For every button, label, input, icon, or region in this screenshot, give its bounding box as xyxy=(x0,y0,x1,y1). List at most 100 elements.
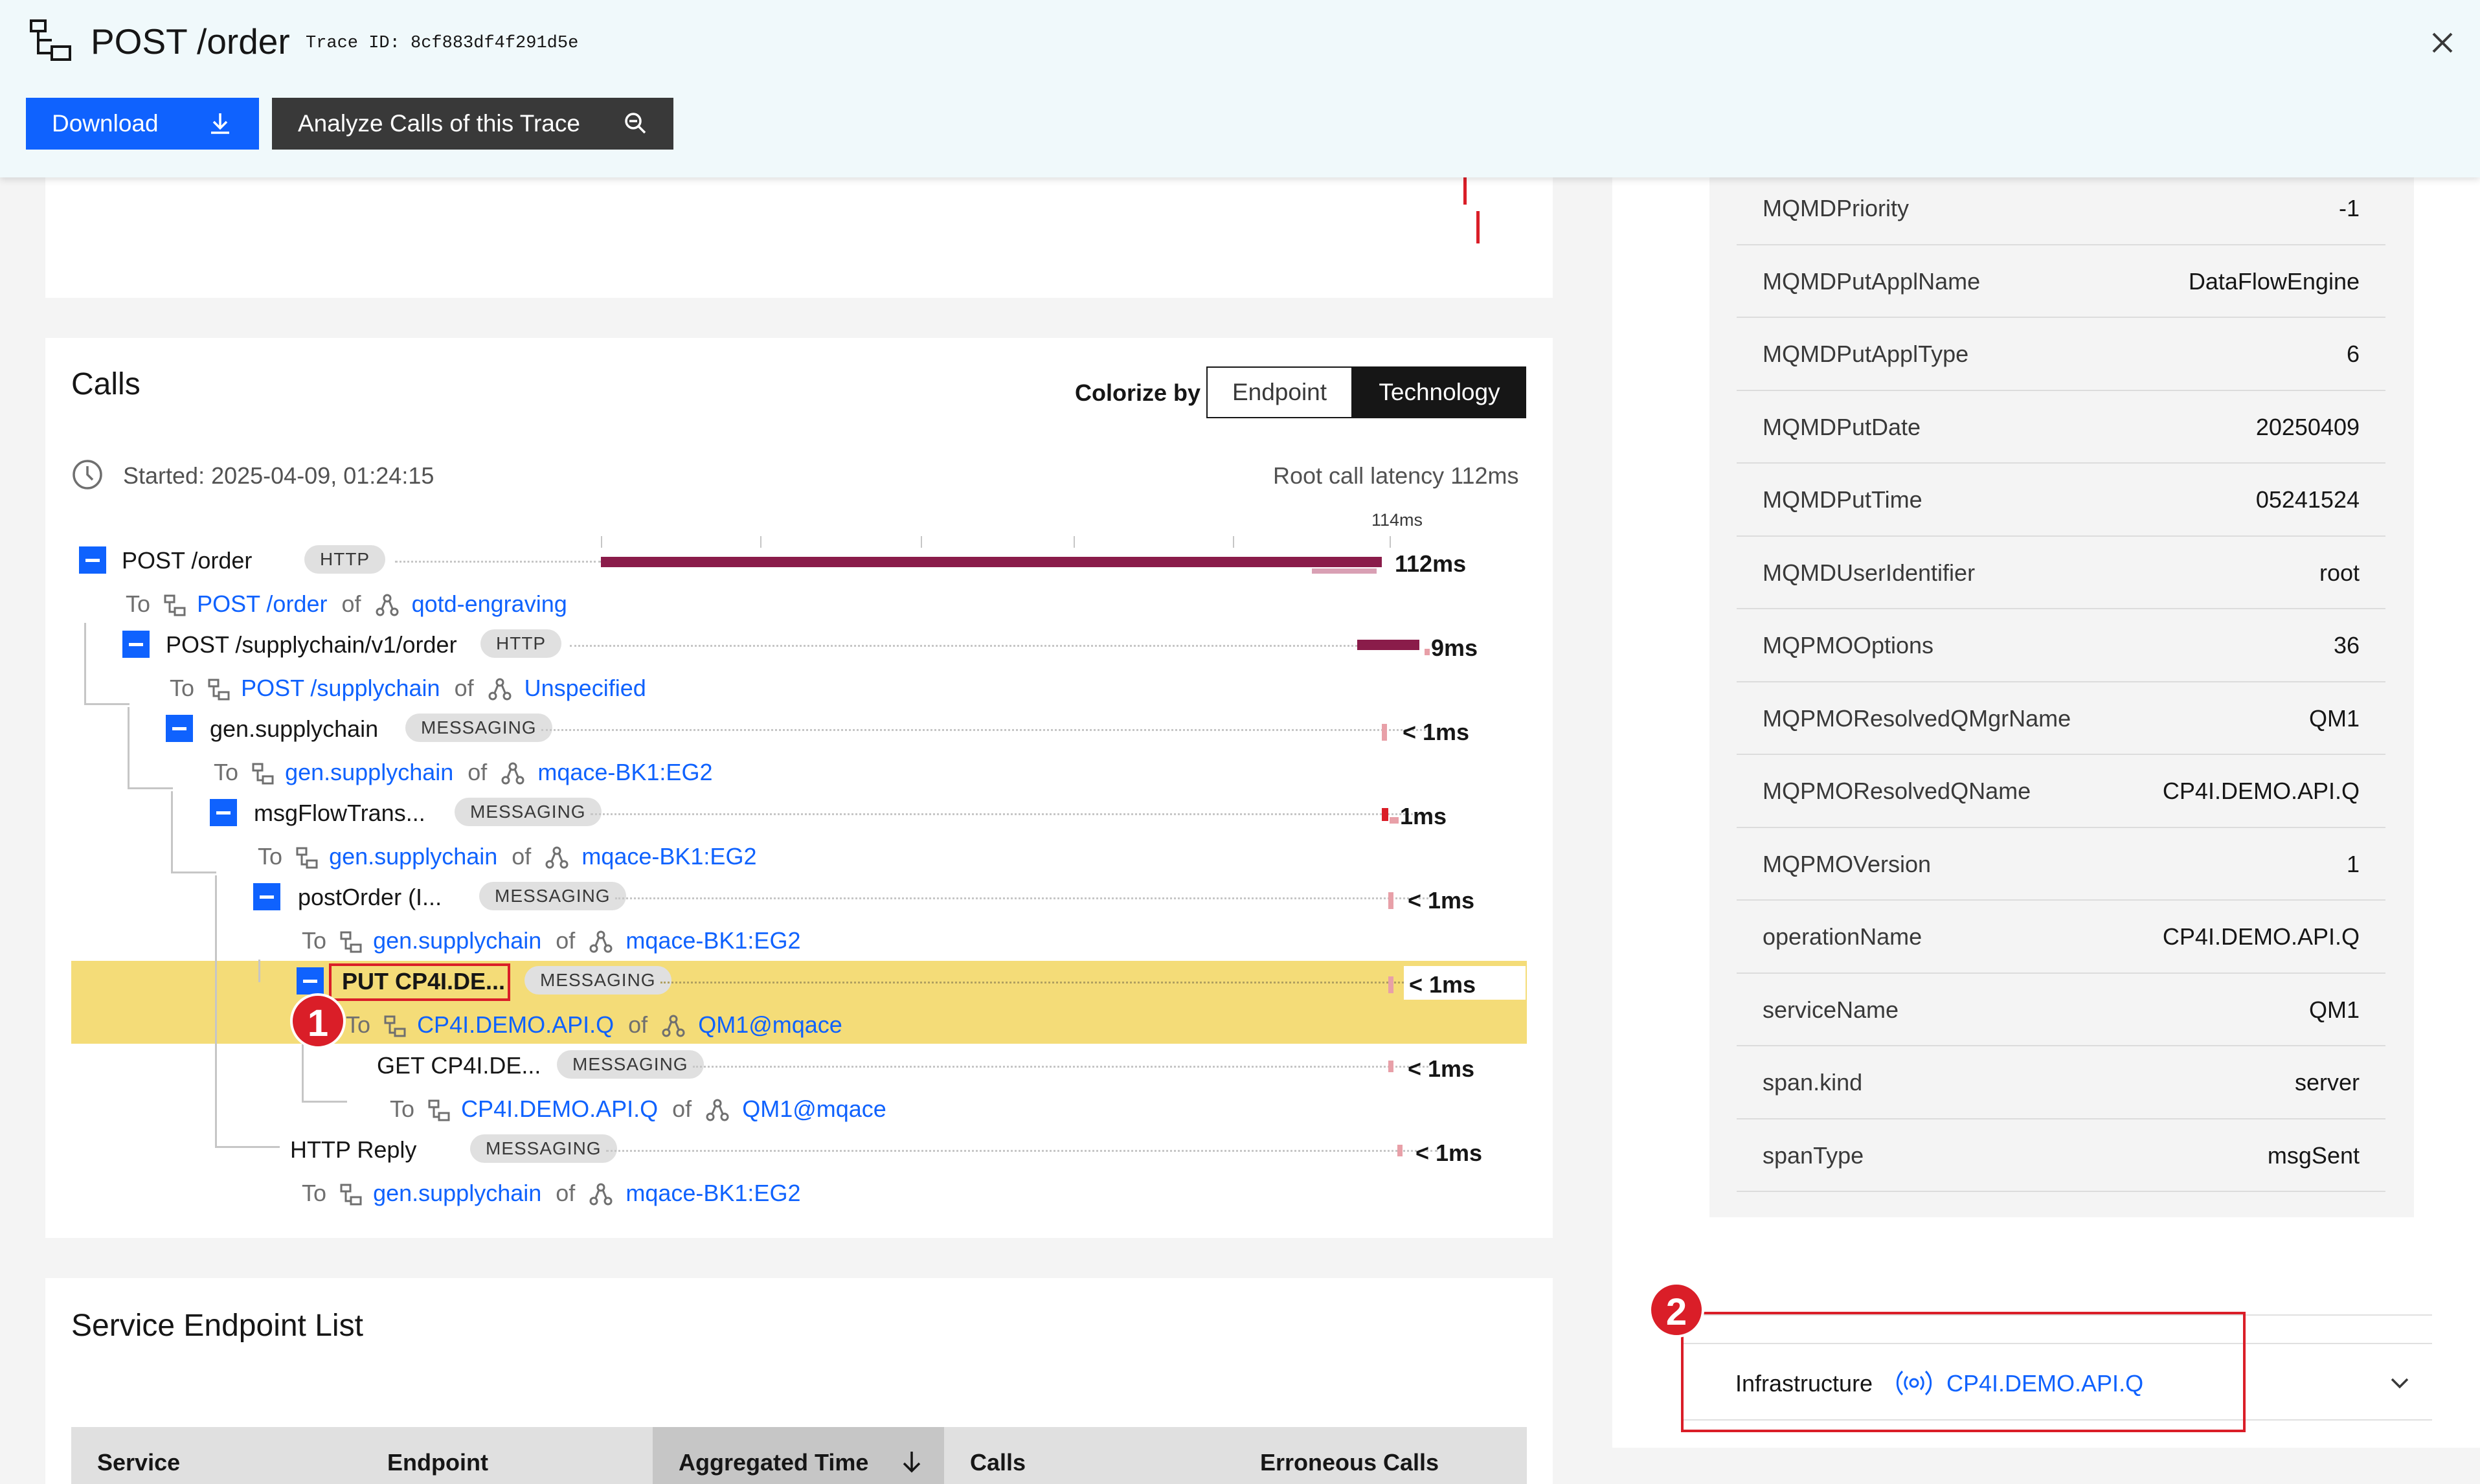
latency-bar-postorder xyxy=(1388,892,1393,909)
endpoint-link[interactable]: gen.supplychain xyxy=(373,927,541,954)
collapse-toggle-postorder[interactable] xyxy=(253,883,280,910)
tech-tag: MESSAGING xyxy=(470,1134,617,1163)
collapse-toggle-put[interactable] xyxy=(297,967,324,995)
call-name[interactable]: PUT CP4I.DE... xyxy=(342,968,505,995)
call-name[interactable]: msgFlowTrans... xyxy=(254,800,425,827)
analyze-calls-button[interactable]: Analyze Calls of this Trace xyxy=(272,98,673,150)
service-icon xyxy=(501,762,524,785)
latency-bar-put xyxy=(1388,976,1393,993)
waterfall-card xyxy=(45,177,1553,298)
endpoint-icon xyxy=(296,847,318,869)
tag-row: MQMDPutApplType 6 xyxy=(1737,318,2385,391)
sort-arrow-down-icon xyxy=(903,1452,921,1473)
trace-icon xyxy=(30,19,71,61)
page-title: POST /order xyxy=(91,21,290,62)
calls-title: Calls xyxy=(71,367,141,401)
call-name[interactable]: POST /supplychain/v1/order xyxy=(166,631,457,658)
call-name[interactable]: gen.supplychain xyxy=(210,715,378,743)
tag-value: QM1 xyxy=(2308,704,2360,732)
col-service[interactable]: Service xyxy=(97,1449,180,1476)
latency-bar-post-order-self xyxy=(1312,568,1377,574)
collapse-toggle-gen-supplychain[interactable] xyxy=(166,715,193,742)
endpoint-link[interactable]: gen.supplychain xyxy=(285,759,453,785)
col-endpoint[interactable]: Endpoint xyxy=(387,1449,488,1476)
call-target-line: To gen.supplychain of mqace-BK1:EG2 xyxy=(214,759,713,785)
trace-id: Trace ID: 8cf883df4f291d5e xyxy=(306,34,579,53)
latency-bar-msgflow xyxy=(1382,808,1388,821)
endpoint-link[interactable]: CP4I.DEMO.API.Q xyxy=(461,1096,658,1122)
tag-key: spanType xyxy=(1763,1141,1864,1169)
annotation-badge-2: 2 xyxy=(1649,1282,1704,1338)
service-icon xyxy=(706,1099,729,1121)
call-name[interactable]: POST /order xyxy=(122,547,252,574)
tag-value: 36 xyxy=(2333,632,2360,658)
tag-value: CP4I.DEMO.API.Q xyxy=(2162,923,2360,950)
tag-value: 6 xyxy=(2346,341,2360,367)
endpoint-link[interactable]: gen.supplychain xyxy=(373,1180,541,1206)
chevron-down-icon[interactable] xyxy=(2388,1371,2411,1395)
analyze-calls-label: Analyze Calls of this Trace xyxy=(298,110,580,137)
service-link[interactable]: mqace-BK1:EG2 xyxy=(581,843,756,870)
tag-key: span.kind xyxy=(1763,1069,1863,1096)
tag-key: MQMDPutTime xyxy=(1763,486,1922,513)
endpoint-link[interactable]: POST /order xyxy=(197,590,327,617)
tag-value: 20250409 xyxy=(2255,413,2360,440)
call-latency: < 1ms xyxy=(1415,1140,1483,1166)
col-erroneous-calls[interactable]: Erroneous Calls xyxy=(1260,1449,1439,1476)
collapse-toggle-post-order[interactable] xyxy=(79,546,106,574)
service-link[interactable]: QM1@mqace xyxy=(698,1011,842,1038)
tag-key: serviceName xyxy=(1763,996,1899,1023)
call-name[interactable]: HTTP Reply xyxy=(290,1136,416,1164)
close-icon[interactable] xyxy=(2429,30,2455,56)
tag-row: MQMDPriority -1 xyxy=(1737,172,2385,245)
tag-key: MQMDPutDate xyxy=(1763,413,1921,440)
tag-row: MQMDPutTime 05241524 xyxy=(1737,464,2385,537)
tag-row: MQPMOOptions 36 xyxy=(1737,609,2385,682)
call-target-line: To gen.supplychain of mqace-BK1:EG2 xyxy=(258,843,757,870)
service-link[interactable]: mqace-BK1:EG2 xyxy=(626,927,800,954)
call-target-line: To gen.supplychain of mqace-BK1:EG2 xyxy=(302,927,801,954)
col-aggregated-time: Aggregated Time xyxy=(679,1449,869,1476)
call-name[interactable]: postOrder (I... xyxy=(298,884,442,911)
tag-row: span.kind server xyxy=(1737,1046,2385,1119)
download-button[interactable]: Download xyxy=(26,98,259,150)
tag-value: root xyxy=(2319,559,2360,586)
call-target-line: To CP4I.DEMO.API.Q of QM1@mqace xyxy=(346,1011,842,1038)
tag-row: spanType msgSent xyxy=(1737,1119,2385,1192)
endpoint-link[interactable]: CP4I.DEMO.API.Q xyxy=(417,1011,614,1038)
collapse-toggle-post-supplychain[interactable] xyxy=(122,631,150,658)
tag-key: MQPMOResolvedQMgrName xyxy=(1763,704,2071,732)
tech-tag: MESSAGING xyxy=(405,714,552,742)
service-link[interactable]: Unspecified xyxy=(524,675,646,701)
tag-row: MQPMOResolvedQName CP4I.DEMO.API.Q xyxy=(1737,755,2385,828)
service-icon xyxy=(488,678,512,701)
endpoint-link[interactable]: gen.supplychain xyxy=(329,843,497,870)
tag-row: MQMDPutApplName DataFlowEngine xyxy=(1737,245,2385,318)
latency-bar-get xyxy=(1388,1061,1393,1072)
timeline-axis xyxy=(601,536,1443,549)
clock-icon xyxy=(73,460,102,489)
download-label: Download xyxy=(52,110,159,137)
service-link[interactable]: qotd-engraving xyxy=(412,590,567,617)
call-name[interactable]: GET CP4I.DE... xyxy=(377,1052,541,1079)
collapse-toggle-msgflow[interactable] xyxy=(210,799,237,826)
col-aggregated-time-cell[interactable]: Aggregated Time xyxy=(653,1427,944,1484)
service-icon xyxy=(376,594,399,616)
tag-key: operationName xyxy=(1763,923,1922,950)
service-icon xyxy=(662,1015,685,1037)
endpoint-link[interactable]: POST /supplychain xyxy=(241,675,440,701)
tag-row: MQMDPutDate 20250409 xyxy=(1737,390,2385,464)
tag-value: msgSent xyxy=(2267,1141,2360,1169)
toggle-endpoint[interactable]: Endpoint xyxy=(1206,366,1353,418)
service-link[interactable]: mqace-BK1:EG2 xyxy=(626,1180,800,1206)
toggle-technology[interactable]: Technology xyxy=(1353,366,1526,418)
scale-label: 114ms xyxy=(1371,510,1423,530)
tech-tag: MESSAGING xyxy=(524,966,671,995)
service-link[interactable]: mqace-BK1:EG2 xyxy=(537,759,712,785)
started-time: Started: 2025-04-09, 01:24:15 xyxy=(123,462,434,489)
service-link[interactable]: QM1@mqace xyxy=(742,1096,886,1122)
tag-value: 05241524 xyxy=(2255,486,2360,513)
tech-tag: MESSAGING xyxy=(455,798,602,826)
col-calls[interactable]: Calls xyxy=(970,1449,1026,1476)
tech-tag: MESSAGING xyxy=(557,1050,704,1079)
